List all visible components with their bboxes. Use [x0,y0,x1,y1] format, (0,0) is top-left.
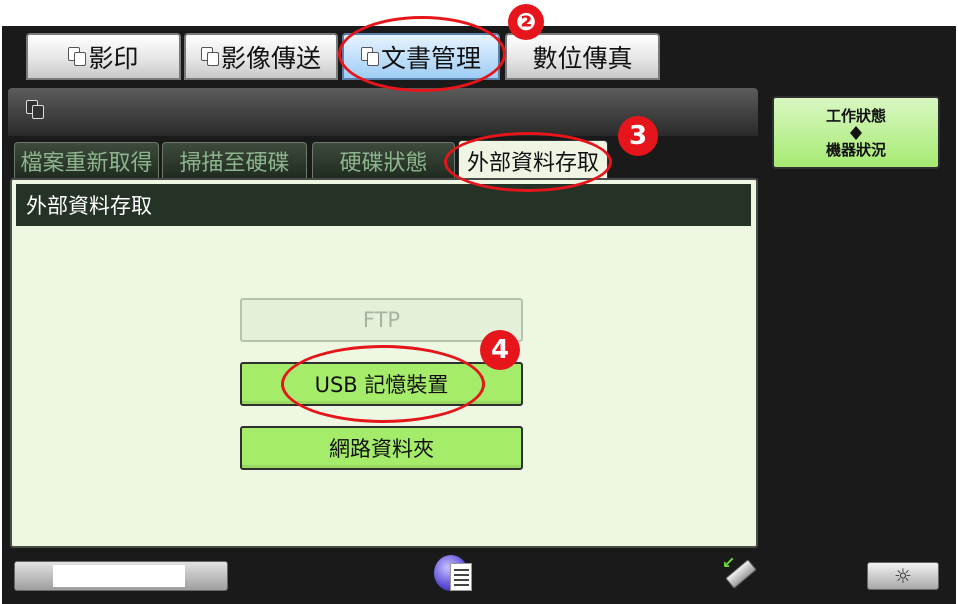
image-send-icon [200,46,221,67]
highlight-ellipse-step4 [281,345,485,423]
step-badge-3: 3 [618,116,658,156]
up-down-arrow-icon [850,125,862,140]
mode-tab-image-send[interactable]: 影像傳送 [184,33,338,80]
job-status-button[interactable]: 工作狀態 機器狀況 [772,96,940,169]
status-message-field [53,565,185,587]
mode-tab-copy[interactable]: 影印 [26,33,181,80]
mode-tab-label: 數位傳真 [532,43,633,73]
highlight-ellipse-step2 [338,16,506,92]
status-message-area [14,561,228,591]
highlight-ellipse-step3 [444,132,612,192]
job-queue-icon[interactable] [432,553,480,599]
section-title: 外部資料存取 [16,184,751,226]
network-folder-button[interactable]: 網路資料夾 [240,426,523,470]
usb-connected-icon: ↙ [718,553,760,595]
step-badge-2: ❷ [508,4,544,40]
document-filing-icon [26,100,46,120]
mode-tab-label: 影印 [88,43,139,73]
tab-label: 檔案重新取得 [20,150,153,176]
sun-icon: ☼ [894,564,912,588]
step-badge-4: 4 [480,330,520,370]
tab-file-retrieve[interactable]: 檔案重新取得 [14,142,159,178]
tab-hdd-status[interactable]: 硬碟狀態 [312,142,455,178]
tab-label: 硬碟狀態 [339,150,428,176]
job-status-label: 工作狀態 [825,106,886,125]
mode-tab-label: 影像傳送 [220,43,321,73]
tab-label: 掃描至硬碟 [179,150,290,176]
tab-scan-to-hdd[interactable]: 掃描至硬碟 [162,142,307,178]
brightness-button[interactable]: ☼ [867,562,939,590]
copy-icon [68,46,88,67]
mode-tab-digital-fax[interactable]: 數位傳真 [505,33,660,80]
machine-status-label: 機器狀況 [825,140,886,159]
ftp-button[interactable]: FTP [240,298,523,342]
